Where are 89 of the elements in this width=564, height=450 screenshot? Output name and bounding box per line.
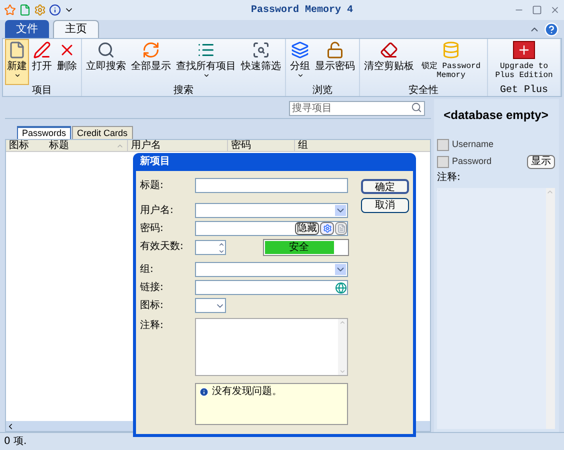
ribbon-button[interactable]: 快速筛选	[239, 39, 283, 85]
dropdown-icon	[296, 72, 304, 79]
dialog-title: 新项目	[139, 154, 171, 169]
link-field[interactable]	[195, 280, 348, 295]
ribbon-button[interactable]: 清空剪贴板	[362, 39, 416, 85]
strength-label: 安全	[288, 240, 310, 255]
spinner-icon	[218, 240, 225, 254]
field-label: 有效天数:	[140, 240, 184, 254]
dropdown-icon	[14, 72, 20, 79]
group-label: 项目	[31, 86, 53, 96]
ribbon-button[interactable]: 新建	[5, 39, 29, 85]
database-icon	[442, 41, 460, 59]
dialog-button[interactable]: 取消	[361, 198, 409, 213]
list-tab[interactable]: Passwords	[17, 126, 72, 139]
field-label: 链接:	[140, 280, 164, 295]
ribbon-tab[interactable]: 主页	[53, 20, 99, 38]
field-label: 图标:	[140, 298, 164, 313]
copy-button[interactable]	[335, 222, 347, 235]
info-icon	[199, 387, 209, 397]
field-label: 注释:	[140, 318, 164, 333]
group-label: 安全性	[408, 86, 440, 96]
dialog-button[interactable]: 确定	[361, 179, 409, 194]
file-tab[interactable]: 文件	[5, 20, 49, 38]
icon-combo[interactable]	[195, 298, 226, 313]
maximize-icon[interactable]	[532, 5, 542, 15]
list-tab[interactable]: Credit Cards	[72, 126, 133, 139]
scroll-down-icon[interactable]	[339, 368, 346, 375]
dropdown-icon	[335, 264, 346, 275]
sort-icon	[116, 142, 124, 150]
column-header[interactable]: 密码	[228, 140, 295, 151]
pencil-icon	[33, 41, 51, 59]
combo-field[interactable]	[195, 203, 348, 218]
refresh-icon	[142, 41, 160, 59]
notes-label: 注释:	[437, 170, 462, 184]
plus-icon	[513, 41, 535, 59]
details-heading: <database empty>	[442, 107, 550, 124]
ribbon-button[interactable]: 删除	[55, 39, 79, 85]
layers-icon	[291, 41, 309, 59]
notes-field[interactable]	[195, 318, 348, 376]
window-title: Password Memory 4	[250, 4, 354, 18]
show-button[interactable]: 显示	[527, 154, 555, 168]
field-label: 密码:	[140, 222, 164, 236]
message-box: 没有发现问题。	[195, 383, 348, 425]
password-field[interactable]: 隐藏	[195, 221, 348, 236]
list-icon	[197, 41, 215, 59]
field-icon	[437, 156, 449, 168]
column-header[interactable]: 组	[295, 140, 430, 151]
hide-button[interactable]: 隐藏	[295, 222, 319, 235]
field-icon	[437, 138, 449, 151]
combo-field[interactable]	[195, 262, 348, 277]
close-icon[interactable]	[550, 5, 560, 15]
text-field[interactable]	[195, 178, 348, 193]
help-icon[interactable]	[544, 22, 559, 37]
field-label: 用户名:	[140, 204, 174, 218]
ribbon-button[interactable]: Upgrade to Plus Edition	[490, 39, 558, 85]
ribbon-button[interactable]: 显示密码	[313, 39, 357, 85]
ribbon-button[interactable]: 分组	[288, 39, 312, 85]
group-label: 浏览	[312, 86, 334, 96]
new-file-icon[interactable]	[19, 4, 31, 16]
scroll-up-icon[interactable]	[339, 319, 346, 326]
search-field[interactable]: 搜寻项目	[289, 101, 425, 116]
group-label: Get Plus	[498, 86, 549, 96]
column-header[interactable]: 标题	[46, 140, 128, 151]
search-icon	[411, 102, 422, 114]
search-icon	[97, 41, 115, 59]
scroll-left-icon[interactable]	[6, 422, 15, 430]
unlock-icon	[326, 41, 344, 59]
ribbon-button[interactable]: 全部显示	[129, 39, 173, 85]
column-header[interactable]: 用户名	[128, 140, 228, 151]
document-icon	[8, 41, 26, 59]
field-label: 标题:	[140, 178, 164, 193]
column-header[interactable]: 图标	[6, 140, 46, 151]
field-label: 组:	[140, 263, 154, 277]
generate-button[interactable]	[320, 222, 334, 235]
ribbon-button[interactable]: 查找所有项目	[174, 39, 238, 85]
globe-icon	[335, 282, 347, 294]
field-label: Password	[452, 154, 493, 168]
ribbon-button[interactable]: 立即搜索	[84, 39, 128, 85]
dropdown-icon	[335, 205, 346, 216]
dropdown-icon	[202, 72, 210, 79]
group-label: 搜索	[172, 86, 194, 96]
ribbon-button[interactable]: 打开	[30, 39, 54, 85]
eraser-icon	[380, 41, 398, 59]
info-icon[interactable]	[49, 4, 61, 16]
field-label: Username	[452, 138, 495, 151]
status-text: 0 项.	[4, 435, 27, 449]
days-spinner[interactable]	[195, 240, 226, 255]
filter-icon	[252, 41, 270, 59]
ribbon-button[interactable]: 锁定 Password Memory	[417, 39, 485, 85]
